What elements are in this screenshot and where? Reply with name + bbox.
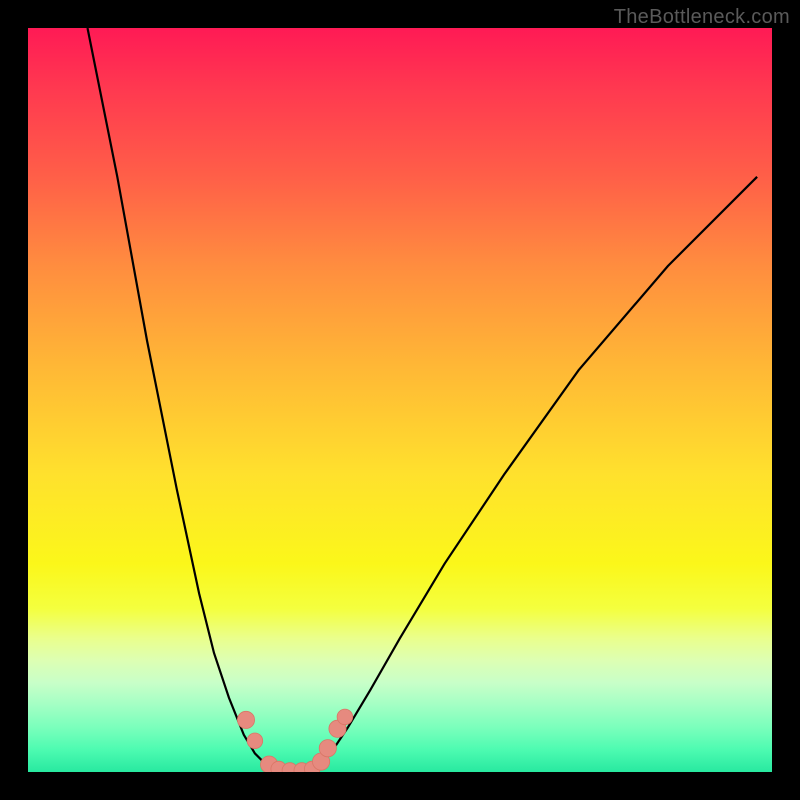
chart-plot-area <box>28 28 772 772</box>
data-marker <box>237 711 254 728</box>
data-marker <box>319 740 336 757</box>
chart-svg <box>28 28 772 772</box>
data-marker <box>337 709 353 725</box>
curve-left-curve <box>88 28 278 772</box>
data-marker <box>247 733 263 749</box>
curve-right-curve <box>311 177 757 772</box>
watermark-text: TheBottleneck.com <box>614 6 790 29</box>
